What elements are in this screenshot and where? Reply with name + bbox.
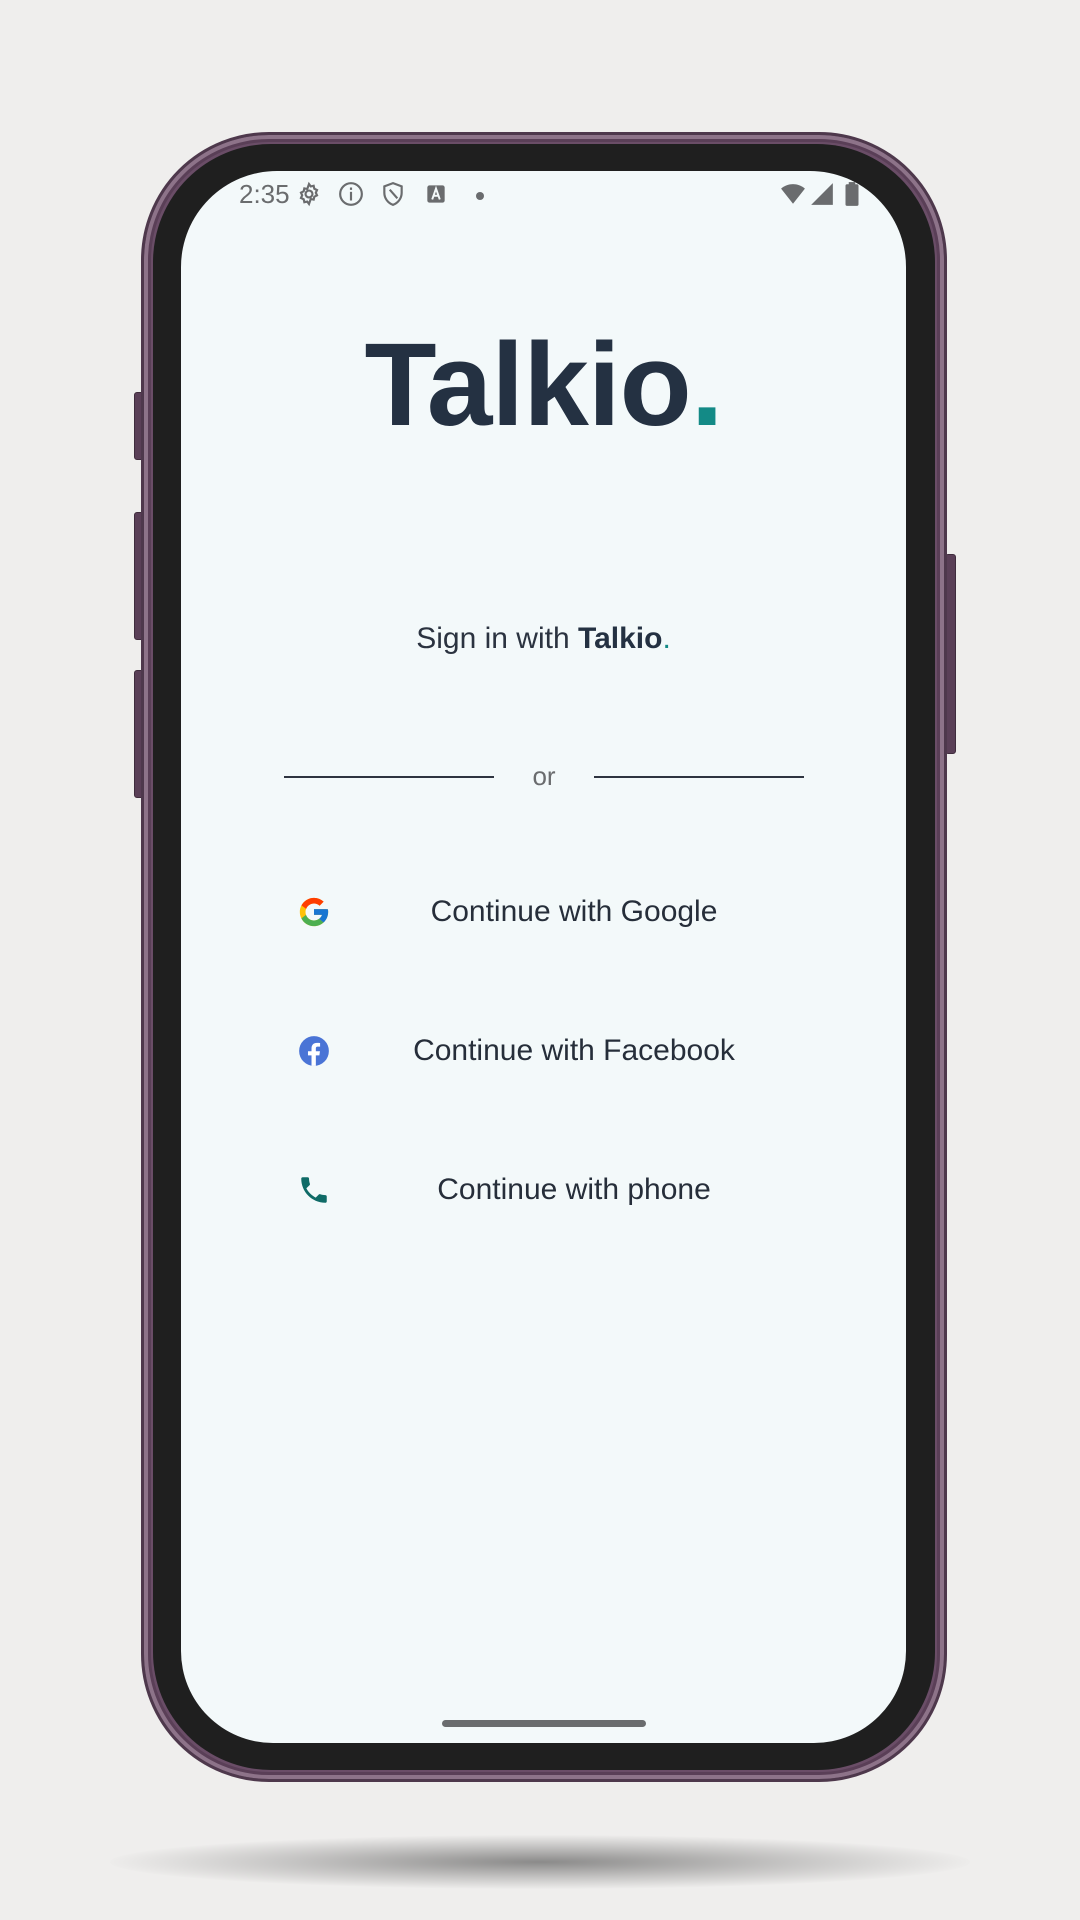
phone-screen: 2:35 Talkio. Sign in with Talkio. or Con…: [181, 171, 906, 1743]
logo-text: Talkio: [364, 319, 691, 451]
home-indicator[interactable]: [442, 1720, 646, 1727]
text-a-icon: [427, 185, 445, 203]
continue-with-facebook-button[interactable]: Continue with Facebook: [284, 1011, 804, 1091]
google-button-label: Continue with Google: [430, 895, 718, 928]
status-time: 2:35: [239, 179, 290, 209]
phone-button-label: Continue with phone: [437, 1173, 711, 1206]
google-icon: [299, 897, 329, 927]
signal-icon: [811, 183, 833, 205]
battery-icon: [845, 182, 859, 206]
continue-with-google-button[interactable]: Continue with Google: [284, 872, 804, 952]
signin-brand: Talkio: [577, 622, 663, 655]
info-icon: [339, 182, 363, 206]
device-mockup: 2:35 Talkio. Sign in with Talkio. or Con…: [0, 0, 1080, 1920]
facebook-button-label: Continue with Facebook: [413, 1034, 735, 1067]
floor-shadow: [110, 1835, 970, 1889]
notification-dot-icon: [476, 192, 484, 200]
divider-label: or: [532, 761, 556, 791]
status-bar: 2:35: [181, 171, 906, 221]
signin-prefix: Sign in with: [416, 622, 578, 655]
signin-heading[interactable]: Sign in with Talkio.: [181, 622, 906, 656]
facebook-icon: [299, 1036, 329, 1066]
divider-left-line: [284, 776, 494, 778]
app-logo: Talkio.: [181, 326, 906, 444]
phone-icon: [301, 1177, 327, 1203]
continue-with-phone-button[interactable]: Continue with phone: [284, 1150, 804, 1230]
divider-right-line: [594, 776, 804, 778]
logo-dot: .: [690, 319, 724, 451]
signin-dot: .: [662, 622, 671, 655]
shield-icon: [383, 182, 403, 206]
settings-icon: [299, 181, 319, 207]
wifi-icon: [781, 184, 805, 204]
